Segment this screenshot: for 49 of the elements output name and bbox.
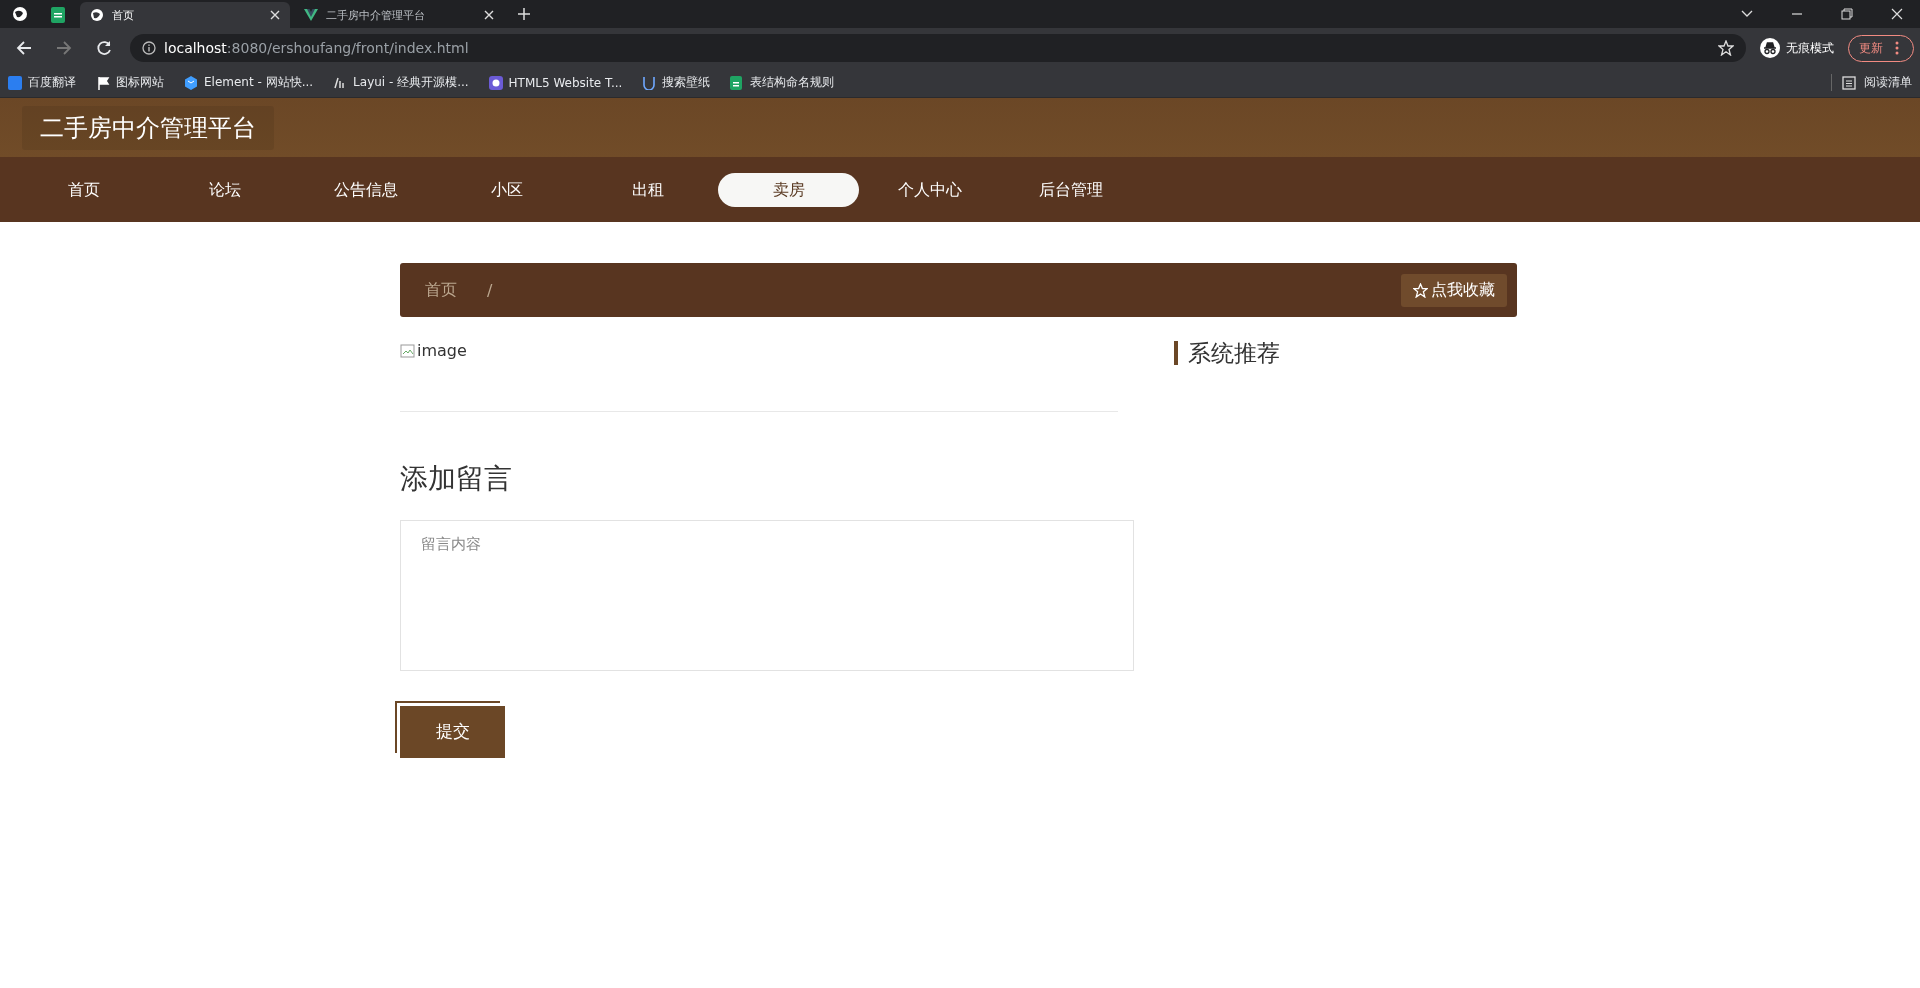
tab-title: 二手房中介管理平台 [326, 7, 426, 23]
translate-icon[interactable] [8, 75, 22, 90]
nav-link[interactable]: 出租 [577, 172, 718, 207]
star-icon[interactable] [1718, 40, 1734, 56]
nav-link[interactable]: 后台管理 [1000, 172, 1141, 207]
browser-tab[interactable]: 二手房中介管理平台 [294, 2, 504, 28]
flag-icon[interactable] [96, 75, 110, 90]
globe-icon[interactable] [12, 6, 28, 22]
bookmark-item[interactable]: Layui - 经典开源模... [333, 74, 469, 91]
close-icon[interactable] [484, 10, 494, 20]
url-text: localhost:8080/ershoufang/front/index.html [164, 40, 469, 56]
plus-icon[interactable] [518, 8, 530, 20]
section-heading: 添加留言 [400, 460, 513, 497]
bookmark-item[interactable]: 百度翻译 [8, 74, 76, 91]
browser-tab[interactable]: 首页 [80, 2, 290, 28]
close-icon[interactable] [270, 10, 280, 20]
breadcrumb-separator: / [487, 280, 493, 300]
sidebar-heading: 系统推荐 [1174, 341, 1280, 365]
nav-link[interactable]: 个人中心 [859, 172, 1000, 207]
address-field[interactable]: localhost:8080/ershoufang/front/index.html [130, 34, 1746, 62]
app-icon[interactable] [488, 75, 503, 90]
favorite-button[interactable]: 点我收藏 [1401, 273, 1507, 307]
nav-link[interactable]: 卖房 [718, 172, 859, 207]
nav-link[interactable]: 公告信息 [295, 172, 436, 207]
u-icon[interactable] [642, 75, 657, 90]
incognito-icon[interactable] [1760, 38, 1780, 58]
list-icon[interactable] [1842, 75, 1856, 90]
bookmark-item[interactable]: 表结构命名规则 [730, 74, 835, 91]
sheet-icon[interactable] [730, 75, 745, 90]
bookmark-item[interactable]: Element - 网站快... [184, 74, 314, 91]
nav-link[interactable]: 论坛 [154, 172, 295, 207]
nav-link[interactable]: 小区 [436, 172, 577, 207]
incognito-button[interactable]: 无痕模式 [1750, 38, 1844, 58]
nav-link[interactable]: 首页 [13, 172, 154, 207]
site-title: 二手房中介管理平台 [22, 105, 274, 150]
bookmark-item[interactable]: 搜索壁纸 [642, 74, 711, 91]
bookmark-item[interactable]: HTML5 Website T... [488, 75, 623, 90]
bookmark-item[interactable]: 图标网站 [96, 74, 164, 91]
globe-icon[interactable] [90, 8, 104, 22]
cube-icon[interactable] [184, 75, 198, 90]
image-alt-text: image [417, 341, 467, 360]
breadcrumb-link[interactable]: 首页 [425, 279, 457, 301]
restore-icon[interactable] [1841, 8, 1853, 20]
close-icon[interactable] [1891, 8, 1903, 20]
v-logo-icon[interactable] [304, 9, 318, 21]
comment-field[interactable]: 留言内容 [400, 519, 1134, 671]
info-icon[interactable] [142, 41, 156, 55]
reading-list-button[interactable]: 阅读清单 [1831, 74, 1912, 91]
tab-title: 首页 [112, 7, 135, 23]
